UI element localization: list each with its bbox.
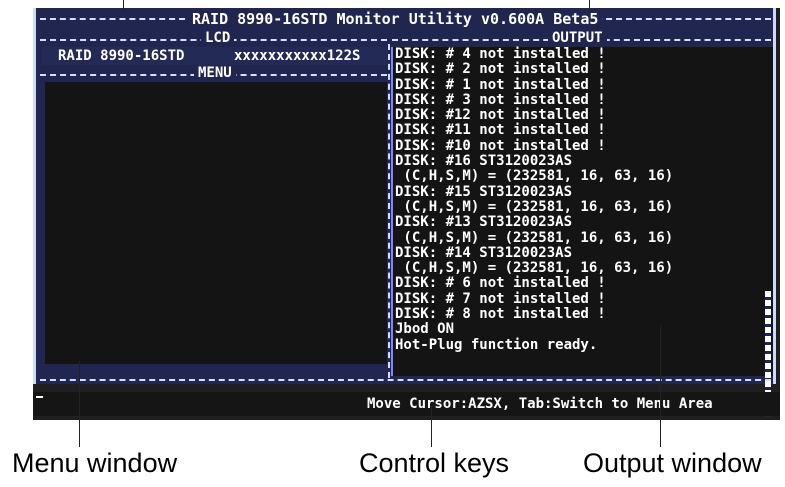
output-line: DISK: # 7 not installed !	[395, 290, 606, 307]
output-line: DISK: #11 not installed !	[395, 122, 606, 139]
output-line: DISK: # 3 not installed !	[395, 91, 606, 108]
lcd-device-name: RAID 8990-16STD	[58, 48, 185, 64]
title-pointer-left	[123, 0, 124, 12]
bottom-border	[40, 379, 771, 381]
output-label: OUTPUT	[548, 30, 607, 46]
menu-window-caption: Menu window	[12, 448, 178, 478]
output-line: DISK: # 4 not installed !	[395, 46, 606, 62]
output-line: DISK: #12 not installed !	[395, 107, 606, 124]
lcd-label: LCD	[201, 30, 235, 46]
output-line: DISK: # 2 not installed !	[395, 61, 606, 78]
output-line: (C,H,S,M) = (232581, 16, 63, 16)	[395, 168, 674, 185]
output-window-pointer	[660, 325, 661, 447]
lcd-serial: xxxxxxxxxxx122S	[234, 48, 361, 64]
output-line: DISK: # 1 not installed !	[395, 76, 606, 93]
output-line: Hot-Plug function ready.	[395, 336, 598, 353]
output-line: (C,H,S,M) = (232581, 16, 63, 16)	[395, 229, 674, 246]
output-line: DISK: #15 ST3120023AS	[395, 183, 573, 200]
terminal-screen: RAID 8990-16STD Monitor Utility v0.600A …	[33, 8, 780, 420]
output-log: DISK: # 4 not installed ! DISK: # 2 not i…	[393, 46, 773, 353]
text-cursor	[36, 396, 43, 398]
output-line: (C,H,S,M) = (232581, 16, 63, 16)	[395, 260, 674, 277]
title-pointer-right	[589, 0, 590, 12]
app-title: RAID 8990-16STD Monitor Utility v0.600A …	[188, 10, 603, 28]
control-keys-pointer	[431, 406, 432, 447]
output-window[interactable]: DISK: # 4 not installed ! DISK: # 2 not i…	[391, 46, 773, 417]
output-line: DISK: #10 not installed !	[395, 137, 606, 154]
panel-divider	[388, 44, 390, 378]
menu-window[interactable]	[45, 82, 387, 364]
lcd-display: RAID 8990-16STD xxxxxxxxxxx122S	[42, 47, 388, 65]
control-keys-caption: Control keys	[359, 448, 510, 478]
output-line: DISK: #14 ST3120023AS	[395, 244, 573, 261]
output-line: Jbod ON	[395, 321, 455, 338]
output-line: DISK: #16 ST3120023AS	[395, 153, 573, 170]
output-line: DISK: # 6 not installed !	[395, 275, 606, 292]
menu-window-pointer	[79, 361, 80, 447]
output-line: DISK: # 8 not installed !	[395, 306, 606, 323]
menu-label: MENU	[194, 65, 236, 81]
monitor-frame: RAID 8990-16STD Monitor Utility v0.600A …	[33, 8, 776, 417]
output-line: DISK: #13 ST3120023AS	[395, 214, 573, 231]
output-window-caption: Output window	[583, 448, 762, 478]
output-line: (C,H,S,M) = (232581, 16, 63, 16)	[395, 198, 674, 215]
